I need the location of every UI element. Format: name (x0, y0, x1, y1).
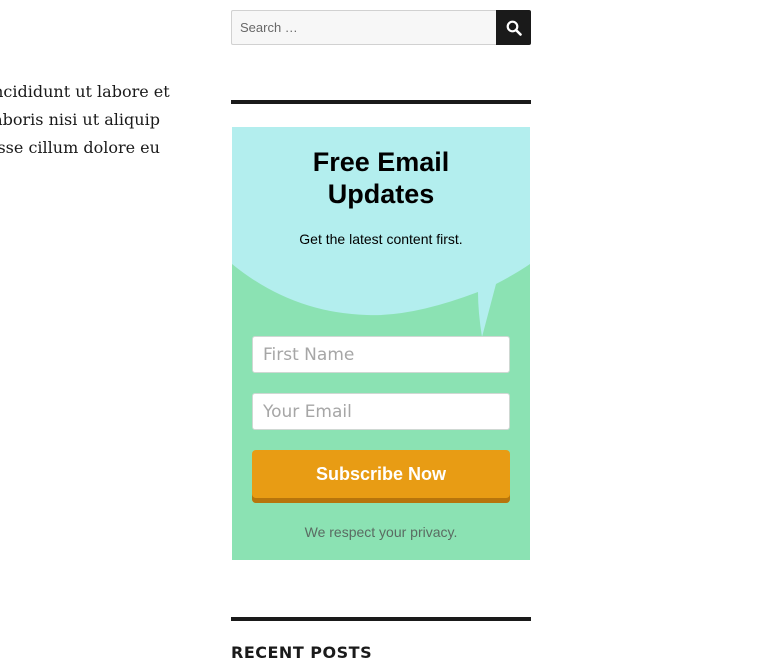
widget-title: Free Email Updates (312, 147, 450, 209)
search-button[interactable] (496, 10, 531, 45)
search-icon (506, 20, 522, 36)
widget-divider (231, 617, 531, 621)
widget-divider (231, 100, 531, 104)
search-form (231, 10, 531, 45)
widget-subtitle: Get the latest content first. (299, 231, 463, 247)
email-signup-widget: Free Email Updates Get the latest conten… (232, 127, 530, 560)
first-name-field[interactable] (252, 336, 510, 373)
excerpt-line: laboris nisi ut aliquip (0, 110, 160, 129)
excerpt-line: esse cillum dolore eu (0, 138, 160, 157)
subscribe-button[interactable]: Subscribe Now (252, 450, 510, 503)
email-field[interactable] (252, 393, 510, 430)
privacy-notice: We respect your privacy. (304, 524, 458, 540)
article-excerpt: incididunt ut labore et laboris nisi ut … (0, 78, 178, 162)
excerpt-line: incididunt ut labore et (0, 82, 170, 101)
recent-posts-heading: RECENT POSTS (231, 643, 373, 662)
search-input[interactable] (231, 10, 496, 45)
